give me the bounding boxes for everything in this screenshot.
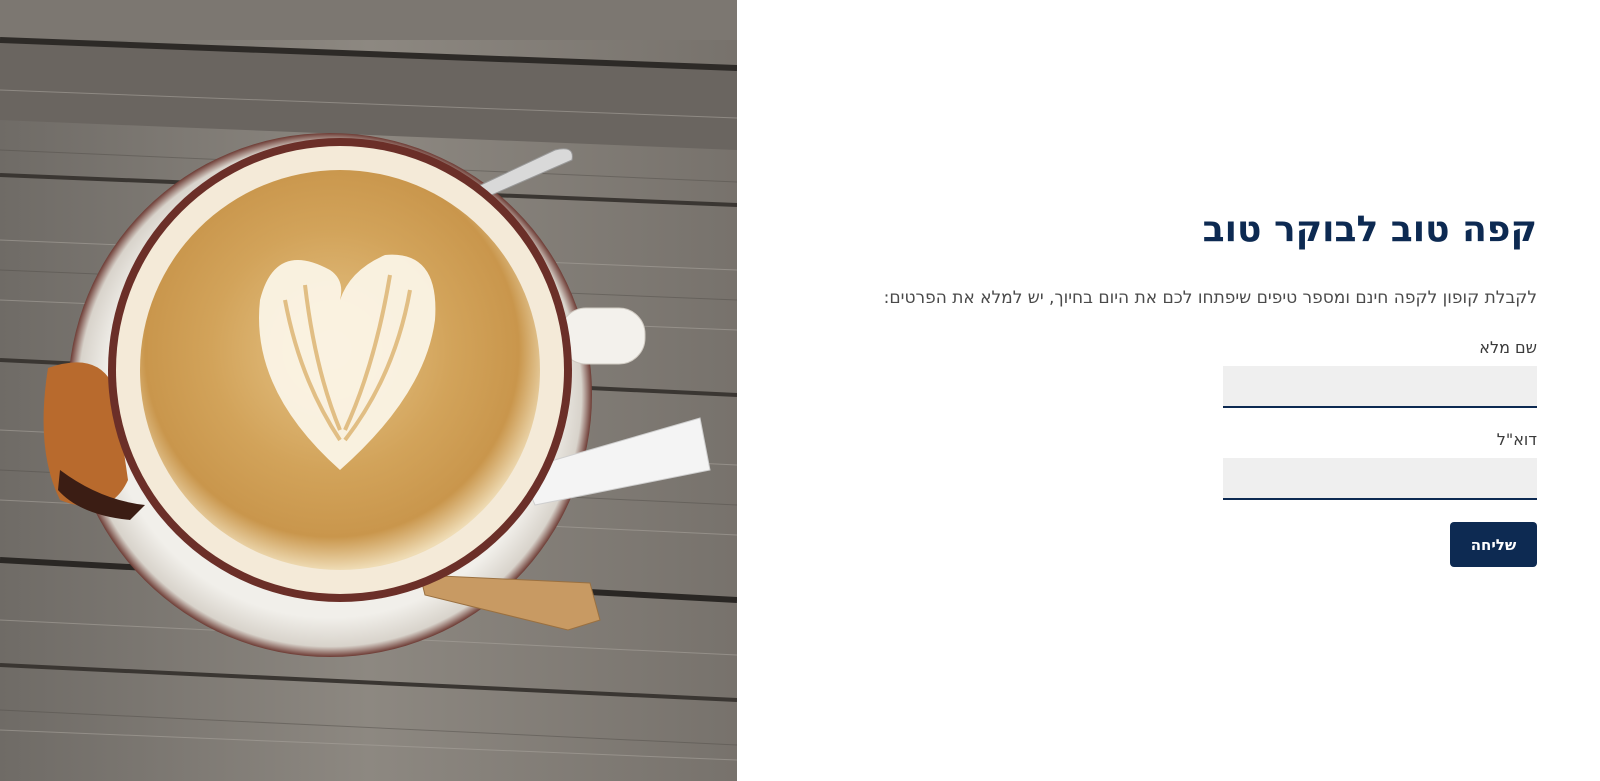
landing-page: קפה טוב לבוקר טוב לקבלת קופון לקפה חינם … [0,0,1600,781]
full-name-field-group: שם מלא [1223,338,1537,408]
submit-button[interactable]: שליחה [1450,522,1537,567]
email-label: דוא"ל [1496,430,1537,449]
page-subtitle: לקבלת קופון לקפה חינם ומספר טיפים שיפתחו… [883,288,1537,308]
page-title: קפה טוב לבוקר טוב [1202,209,1537,250]
form-panel: קפה טוב לבוקר טוב לקבלת קופון לקפה חינם … [737,0,1600,781]
full-name-input[interactable] [1223,366,1537,408]
coffee-cup-photo [0,0,737,781]
full-name-label: שם מלא [1479,338,1537,357]
signup-form: קפה טוב לבוקר טוב לקבלת קופון לקפה חינם … [817,200,1537,567]
email-field-group: דוא"ל [1223,430,1537,500]
email-input[interactable] [1223,458,1537,500]
